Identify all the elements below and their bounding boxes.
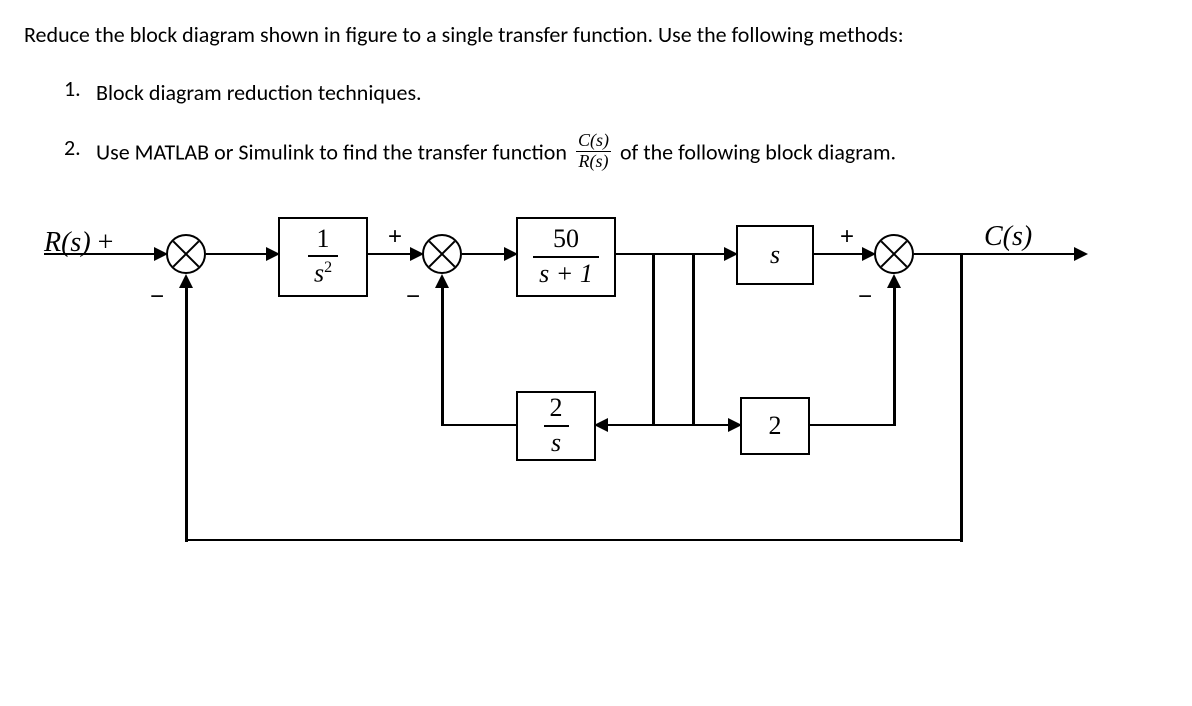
list-item-1: 1. Block diagram reduction techniques. <box>64 75 1168 110</box>
sum2-minus: − <box>406 283 420 311</box>
arrow-up-icon <box>887 274 901 288</box>
arrow-right-icon <box>1074 247 1088 261</box>
wire <box>914 253 1084 256</box>
g1-num: 1 <box>308 225 338 258</box>
wire <box>185 539 963 542</box>
arrow-up-icon <box>435 274 449 288</box>
sum2-plus: + <box>388 223 402 251</box>
list-number: 1. <box>64 75 96 110</box>
frac-num: C(s) <box>576 131 611 152</box>
list-item-2: 2. Use MATLAB or Simulink to find the tr… <box>64 134 1168 175</box>
wire <box>652 254 655 426</box>
g3-value: s <box>770 240 780 270</box>
sum3-plus: + <box>840 223 854 251</box>
list-body: Use MATLAB or Simulink to find the trans… <box>96 134 1168 175</box>
wire <box>441 284 444 426</box>
arrow-left-icon <box>594 418 608 432</box>
wire <box>893 284 896 426</box>
item2-text-a: Use MATLAB or Simulink to find the trans… <box>96 139 567 166</box>
list-body: Block diagram reduction techniques. <box>96 75 1168 110</box>
g2-den: s + 1 <box>533 258 599 289</box>
wire <box>441 424 516 427</box>
h3-value: 2 <box>769 411 782 441</box>
h2-num: 2 <box>544 394 569 427</box>
sum1-minus: − <box>150 283 164 311</box>
methods-list: 1. Block diagram reduction techniques. 2… <box>24 75 1168 175</box>
block-h2: 2 s <box>516 391 596 461</box>
block-g3: s <box>736 225 814 285</box>
wire <box>616 253 734 256</box>
block-diagram: R(s) + − 1 s2 + − 50 s + 1 <box>44 199 1104 579</box>
block-h3: 2 <box>740 397 810 455</box>
h2-den: s <box>544 427 569 458</box>
item2-text-b: of the following block diagram. <box>620 139 896 166</box>
block-g2: 50 s + 1 <box>516 217 616 297</box>
wire <box>810 424 895 427</box>
list-number: 2. <box>64 134 96 175</box>
problem-intro: Reduce the block diagram shown in figure… <box>24 20 1168 51</box>
wire <box>604 424 738 427</box>
output-label: C(s) <box>984 221 1032 253</box>
g1-den: s2 <box>308 257 338 288</box>
wire <box>185 284 188 542</box>
sum3-minus: − <box>858 283 872 311</box>
summing-junction-2 <box>422 234 462 274</box>
frac-den: R(s) <box>576 152 611 172</box>
wire <box>692 254 695 426</box>
summing-junction-3 <box>874 234 914 274</box>
wire <box>44 253 159 256</box>
arrow-up-icon <box>179 274 193 288</box>
wire <box>960 254 963 542</box>
transfer-function-fraction: C(s) R(s) <box>576 131 611 172</box>
summing-junction-1 <box>166 234 206 274</box>
g2-num: 50 <box>533 225 599 258</box>
block-g1: 1 s2 <box>278 217 368 297</box>
